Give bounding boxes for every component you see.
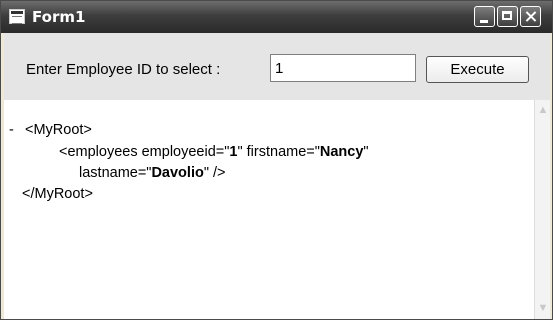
collapse-toggle[interactable]: - <box>9 122 25 138</box>
vertical-scrollbar[interactable]: ▲ ▼ <box>534 100 550 319</box>
chevron-down-icon[interactable]: ▼ <box>536 300 550 316</box>
title-bar[interactable]: Form1 <box>1 1 552 33</box>
xml-quote-close: " <box>363 144 369 160</box>
xml-root-open-line: - <MyRoot> <box>9 122 92 138</box>
xml-employee-line: <employees employeeid="1" firstname="Nan… <box>59 144 369 160</box>
execute-button[interactable]: Execute <box>426 56 529 83</box>
firstname-value: Nancy <box>319 144 364 160</box>
xml-lastname-line: lastname="Davolio" /> <box>79 165 226 181</box>
employee-id-input[interactable] <box>270 54 416 82</box>
xml-content: - <MyRoot> <employees employeeid="1" firs… <box>4 100 532 319</box>
close-icon[interactable] <box>520 6 541 27</box>
xml-element-open: <employees employeeid=" <box>59 144 230 160</box>
chevron-up-icon[interactable]: ▲ <box>536 102 550 118</box>
employee-id-label: Enter Employee ID to select : <box>26 61 221 78</box>
xml-root-open: <MyRoot> <box>25 122 92 138</box>
xml-element-close: " /> <box>203 165 226 181</box>
xml-result-panel[interactable]: - <MyRoot> <employees employeeid="1" firs… <box>4 100 550 319</box>
window-title: Form1 <box>32 8 86 26</box>
lastname-value: Davolio <box>151 165 204 181</box>
xml-root-close: </MyRoot> <box>22 186 93 202</box>
form1-window: Form1 Enter Employee ID to select : Exec… <box>0 0 553 320</box>
form-icon[interactable] <box>9 9 25 24</box>
xml-lastname-attr: lastname=" <box>79 165 152 181</box>
maximize-icon[interactable] <box>497 6 518 27</box>
xml-firstname-attr: " firstname=" <box>237 144 320 160</box>
minimize-icon[interactable] <box>474 6 495 27</box>
